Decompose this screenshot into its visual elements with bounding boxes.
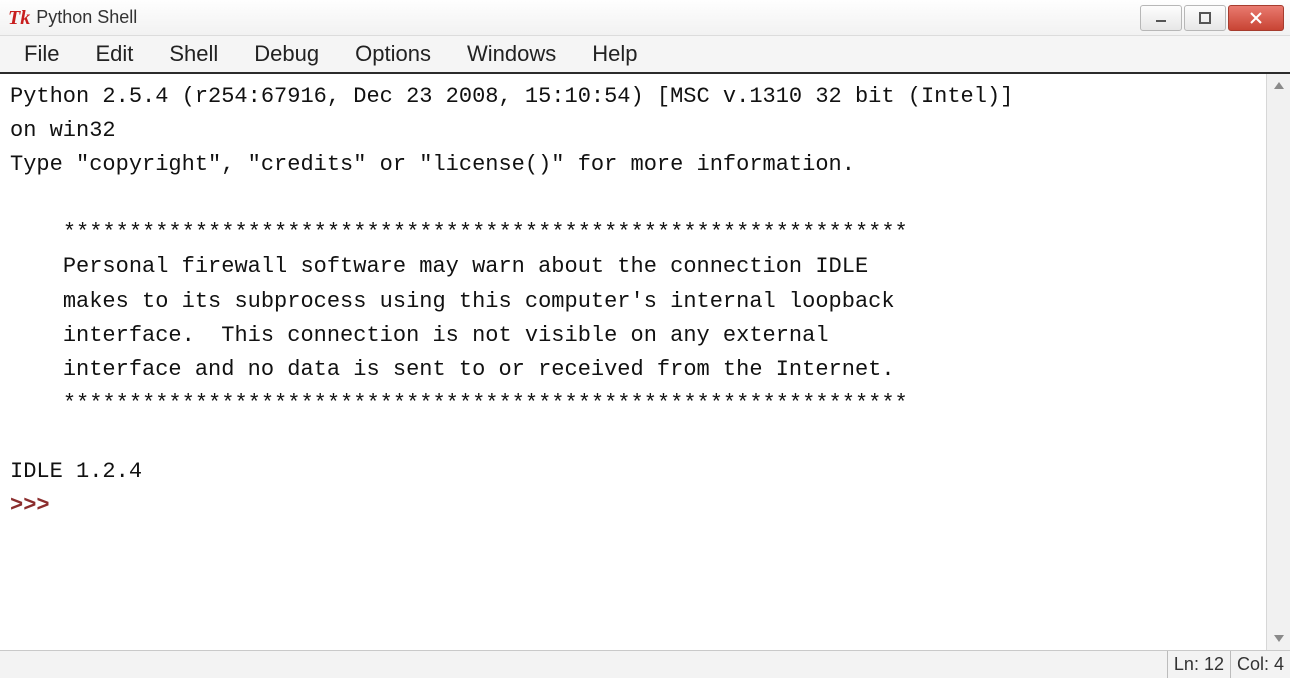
shell-text-area[interactable]: Python 2.5.4 (r254:67916, Dec 23 2008, 1… <box>0 74 1266 650</box>
window-title: Python Shell <box>36 7 137 28</box>
content-wrap: Python 2.5.4 (r254:67916, Dec 23 2008, 1… <box>0 74 1290 650</box>
menu-debug[interactable]: Debug <box>236 37 337 71</box>
tk-icon: Tk <box>8 8 30 28</box>
shell-prompt: >>> <box>10 493 63 518</box>
menu-shell[interactable]: Shell <box>151 37 236 71</box>
status-bar: Ln: 12 Col: 4 <box>0 650 1290 678</box>
maximize-button[interactable] <box>1184 5 1226 31</box>
window-controls <box>1140 5 1284 31</box>
menu-help[interactable]: Help <box>574 37 655 71</box>
chevron-down-icon <box>1273 632 1285 644</box>
minimize-icon <box>1154 11 1168 25</box>
shell-line: IDLE 1.2.4 <box>10 459 142 484</box>
shell-line: interface. This connection is not visibl… <box>10 323 829 348</box>
scroll-up-button[interactable] <box>1267 74 1290 98</box>
shell-line: Python 2.5.4 (r254:67916, Dec 23 2008, 1… <box>10 84 1013 109</box>
shell-line: makes to its subprocess using this compu… <box>10 289 895 314</box>
shell-line: interface and no data is sent to or rece… <box>10 357 895 382</box>
maximize-icon <box>1198 11 1212 25</box>
shell-line: Type "copyright", "credits" or "license(… <box>10 152 855 177</box>
python-shell-window: Tk Python Shell File Edit Shell Debug Op… <box>0 0 1290 678</box>
menu-bar: File Edit Shell Debug Options Windows He… <box>0 36 1290 74</box>
menu-edit[interactable]: Edit <box>77 37 151 71</box>
menu-windows[interactable]: Windows <box>449 37 574 71</box>
close-button[interactable] <box>1228 5 1284 31</box>
title-bar: Tk Python Shell <box>0 0 1290 36</box>
chevron-up-icon <box>1273 80 1285 92</box>
shell-line: on win32 <box>10 118 116 143</box>
status-line: Ln: 12 <box>1167 651 1230 678</box>
minimize-button[interactable] <box>1140 5 1182 31</box>
vertical-scrollbar[interactable] <box>1266 74 1290 650</box>
shell-line: Personal firewall software may warn abou… <box>10 254 868 279</box>
scroll-down-button[interactable] <box>1267 626 1290 650</box>
close-icon <box>1249 11 1263 25</box>
status-col: Col: 4 <box>1230 651 1290 678</box>
shell-line: ****************************************… <box>10 391 908 416</box>
shell-line: ****************************************… <box>10 220 908 245</box>
menu-options[interactable]: Options <box>337 37 449 71</box>
menu-file[interactable]: File <box>6 37 77 71</box>
